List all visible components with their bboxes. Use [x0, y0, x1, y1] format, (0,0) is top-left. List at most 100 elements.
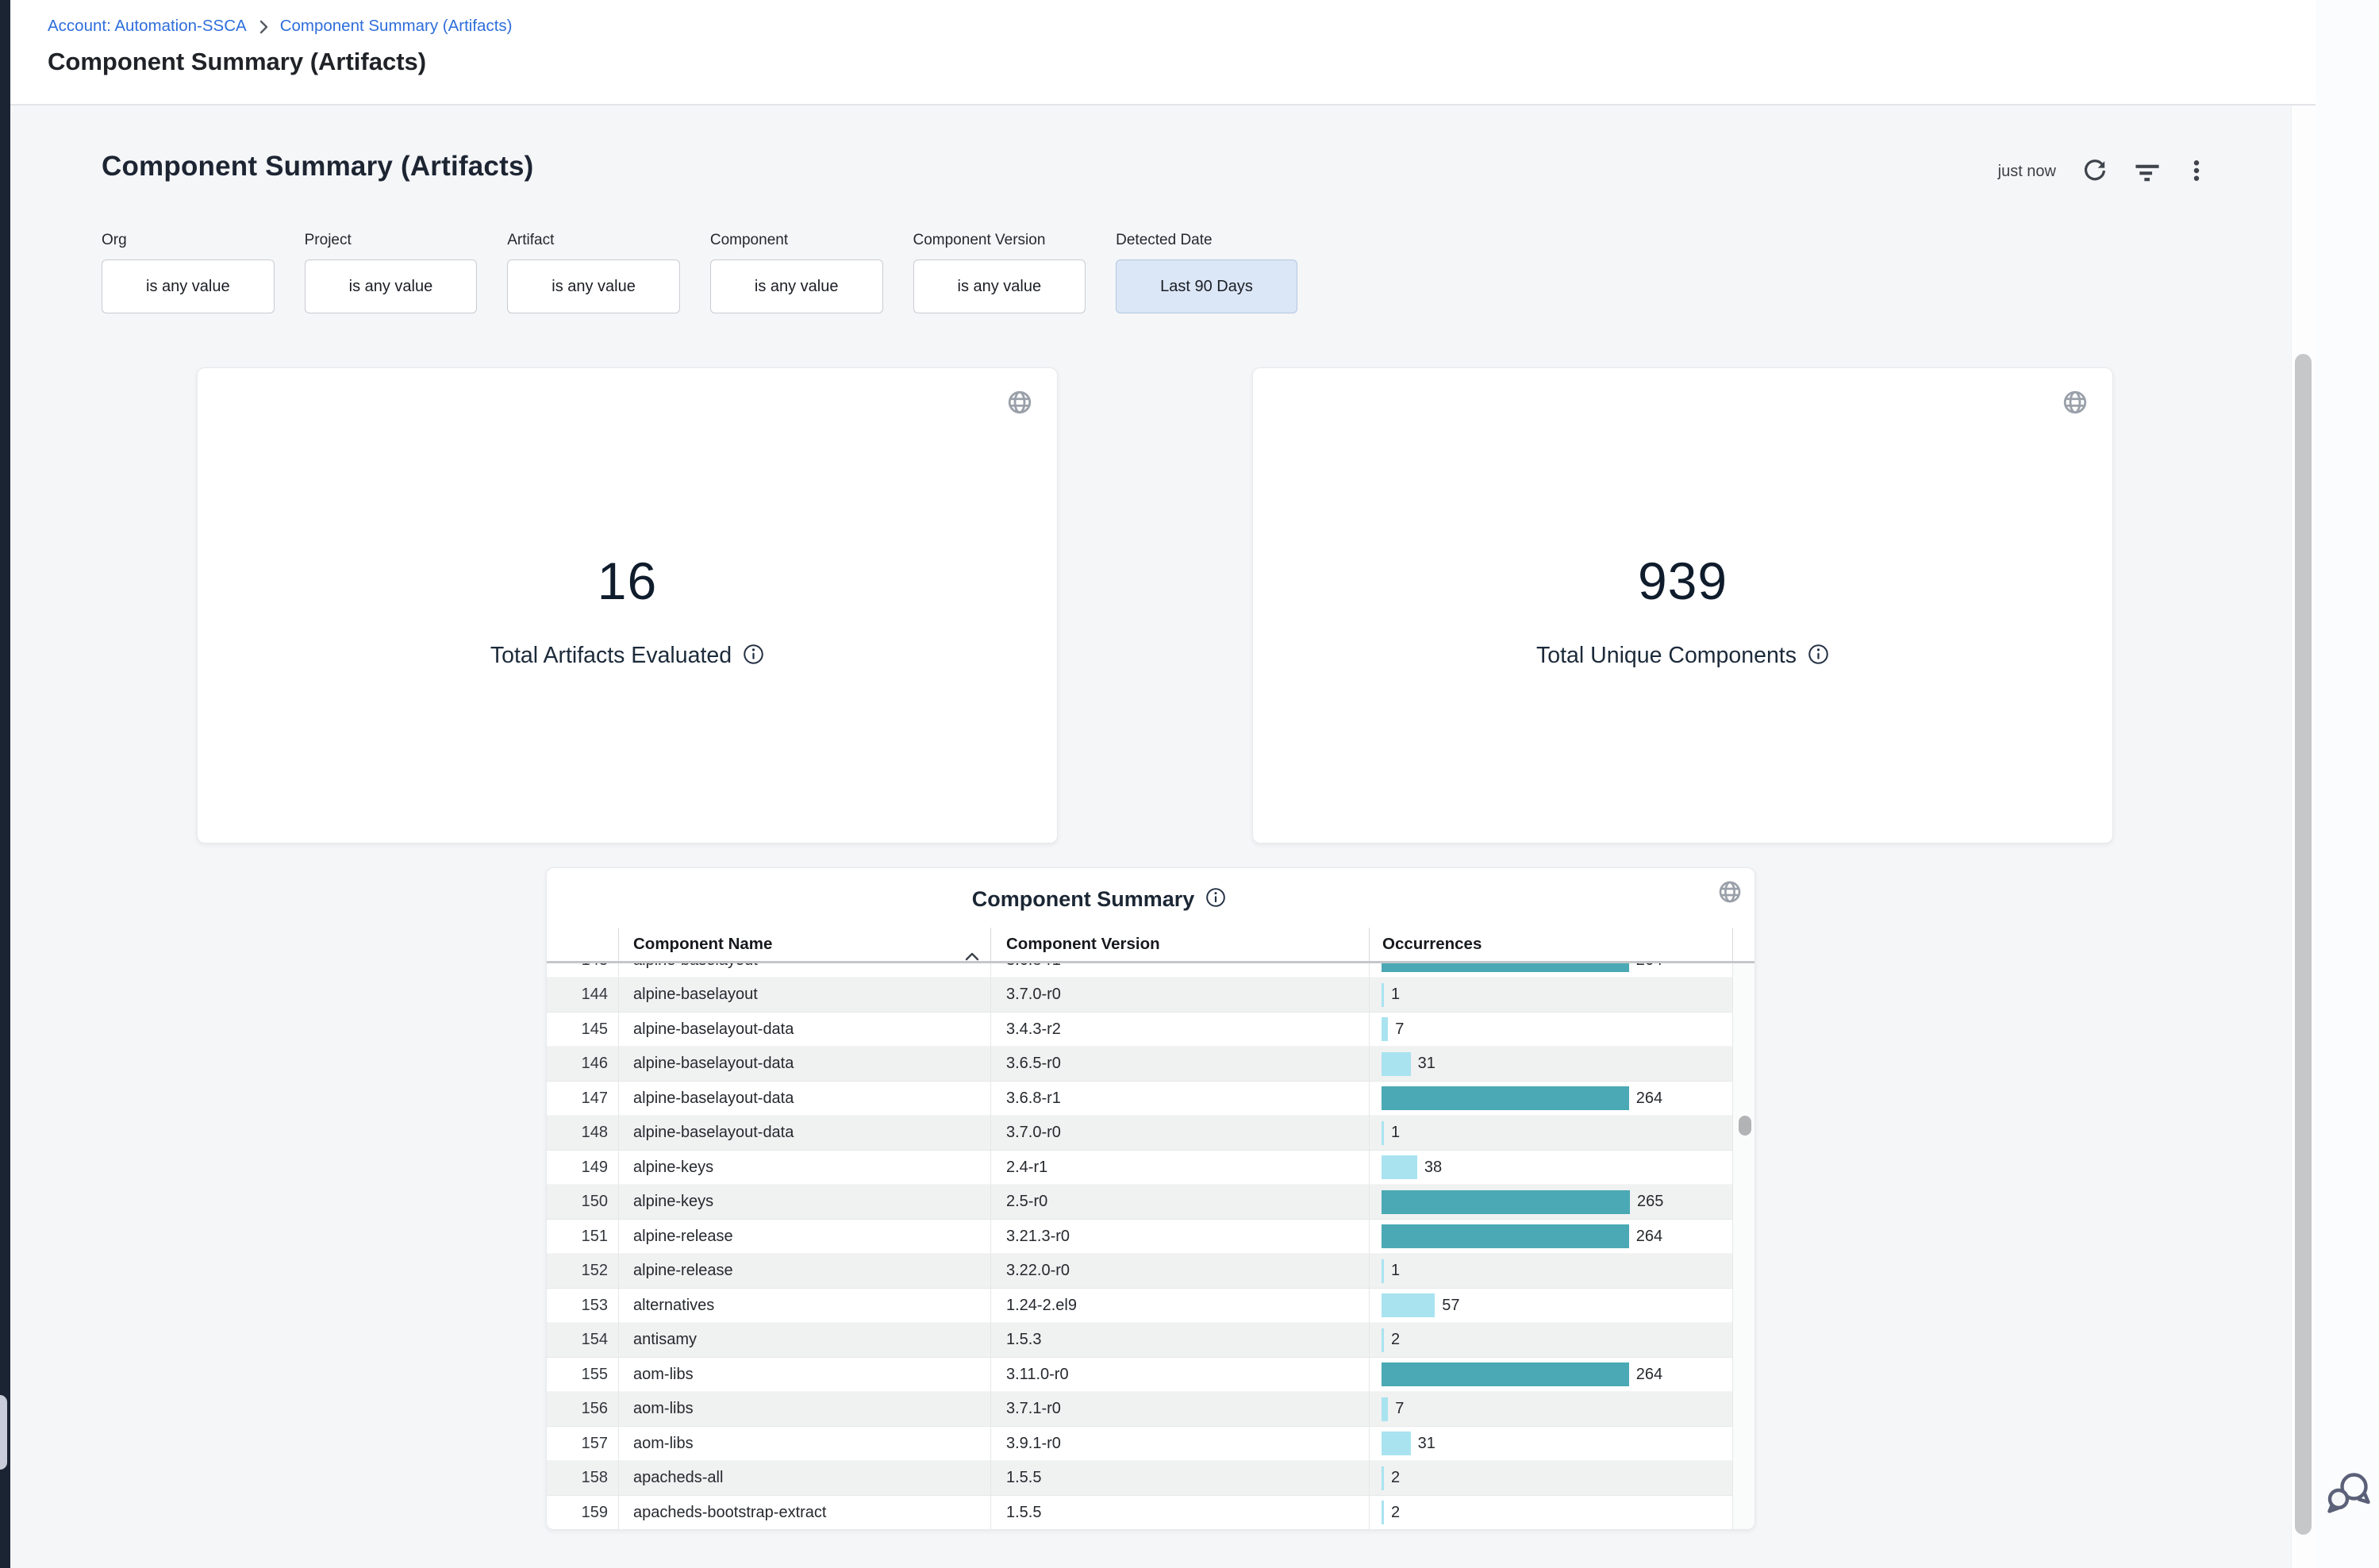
component-version-cell: 1.5.3 [991, 1323, 1370, 1358]
table-row[interactable]: 158apacheds-all1.5.52 [547, 1461, 1733, 1496]
refresh-button[interactable] [2081, 157, 2108, 186]
occurrences-cell: 7 [1370, 1013, 1733, 1047]
occurrence-value: 2 [1391, 1461, 1400, 1496]
occurrence-bar [1382, 1121, 1384, 1145]
component-version-cell: 3.9.1-r0 [991, 1427, 1370, 1462]
dashboard-menu-button[interactable] [2186, 157, 2207, 186]
filter-detected-date-value-button[interactable]: Last 90 Days [1116, 259, 1297, 313]
component-name-cell: alpine-baselayout-data [619, 1047, 991, 1082]
table-scrollbar-thumb[interactable] [1739, 1116, 1751, 1136]
filter-artifact: Artifact is any value [507, 231, 680, 313]
chat-bubbles-icon [2323, 1505, 2373, 1519]
globe-icon [1006, 389, 1033, 420]
chevron-right-icon [259, 20, 268, 34]
table-row[interactable]: 152alpine-release3.22.0-r0 1 [547, 1254, 1733, 1289]
filter-project-value-button[interactable]: is any value [305, 259, 478, 313]
component-version-cell: 1.5.5 [991, 1496, 1370, 1531]
filter-component-value-button[interactable]: is any value [710, 259, 883, 313]
table-row[interactable]: 146alpine-baselayout-data3.6.5-r031 [547, 1047, 1733, 1082]
table-row[interactable]: 156aom-libs3.7.1-r07 [547, 1392, 1733, 1427]
row-index: 154 [547, 1323, 619, 1358]
component-version-cell: 3.22.0-r0 [991, 1254, 1370, 1289]
row-index: 153 [547, 1289, 619, 1324]
occurrence-bar [1382, 1190, 1630, 1214]
filter-label: Component Version [913, 231, 1086, 250]
total-artifacts-value: 16 [198, 555, 1057, 607]
info-icon[interactable] [1205, 887, 1226, 912]
occurrence-bar [1382, 963, 1629, 972]
row-index: 152 [547, 1254, 619, 1289]
filter-component: Component is any value [710, 231, 883, 313]
occurrences-cell: 2 [1370, 1461, 1733, 1496]
row-index: 149 [547, 1151, 619, 1186]
table-row[interactable]: 144alpine-baselayout3.7.0-r01 [547, 978, 1733, 1013]
occurrences-cell: 1 [1370, 1254, 1733, 1289]
collapsed-sidebar[interactable] [0, 0, 10, 1568]
component-version-cell: 3.4.3-r2 [991, 1013, 1370, 1047]
occurrence-bar [1382, 1293, 1435, 1317]
component-version-cell: 2.4-r1 [991, 1151, 1370, 1186]
occurrence-value: 1 [1391, 1254, 1400, 1289]
occurrence-bar [1382, 1466, 1384, 1490]
info-icon[interactable] [743, 644, 764, 669]
table-row[interactable]: 150alpine-keys2.5-r0265 [547, 1185, 1733, 1220]
filter-org-value-button[interactable]: is any value [102, 259, 275, 313]
component-version-cell: 1.5.5 [991, 1461, 1370, 1496]
chat-widget-button[interactable] [2323, 1470, 2373, 1520]
component-version-cell: 1.24-2.el9 [991, 1289, 1370, 1324]
dashboard-canvas: Component Summary (Artifacts) just now O… [10, 106, 2316, 1568]
occurrences-cell: 264 [1370, 963, 1733, 978]
table-row[interactable]: 148alpine-baselayout-data3.7.0-r01 [547, 1116, 1733, 1151]
occurrence-value: 2 [1391, 1323, 1400, 1358]
breadcrumb: Account: Automation-SSCA Component Summa… [48, 15, 512, 37]
table-row[interactable]: 154antisamy1.5.32 [547, 1323, 1733, 1358]
component-name-cell: alpine-baselayout-data [619, 1116, 991, 1151]
occurrence-value: 31 [1418, 1427, 1435, 1462]
component-version-cell: 3.21.3-r0 [991, 1220, 1370, 1255]
last-refreshed-label: just now [1998, 163, 2056, 181]
filter-component-version-value-button[interactable]: is any value [913, 259, 1086, 313]
table-row[interactable]: 159apacheds-bootstrap-extract1.5.52 [547, 1496, 1733, 1531]
table-row[interactable]: 147alpine-baselayout-data3.6.8-r1264 [547, 1082, 1733, 1116]
occurrence-bar [1382, 1362, 1629, 1386]
component-name-cell: alpine-baselayout [619, 978, 991, 1013]
occurrence-value: 264 [1636, 1082, 1662, 1116]
total-artifacts-label: Total Artifacts Evaluated [490, 643, 732, 669]
breadcrumb-account-link[interactable]: Account: Automation-SSCA [48, 15, 247, 37]
occurrence-value: 7 [1395, 1392, 1404, 1427]
dashboard-filters-button[interactable] [2134, 157, 2161, 186]
table-row[interactable]: 151alpine-release3.21.3-r0264 [547, 1220, 1733, 1255]
table-row[interactable]: 143alpine-baselayout3.6.8-r1264 [547, 963, 1733, 978]
top-header: Account: Automation-SSCA Component Summa… [10, 0, 2316, 106]
kebab-menu-icon [2186, 157, 2207, 186]
column-header-component-version[interactable]: Component Version [991, 928, 1370, 961]
table-viewport: 143alpine-baselayout3.6.8-r1264144alpine… [547, 963, 1733, 1530]
occurrence-value: 264 [1636, 1358, 1662, 1393]
occurrence-bar [1382, 1328, 1384, 1352]
table-row[interactable]: 149alpine-keys2.4-r138 [547, 1151, 1733, 1186]
unique-components-value: 939 [1253, 555, 2112, 607]
page-scrollbar-thumb[interactable] [2295, 354, 2312, 1535]
occurrence-bar [1382, 1432, 1411, 1455]
component-name-cell: aom-libs [619, 1427, 991, 1462]
filter-label: Project [305, 231, 478, 250]
stat-card-total-artifacts: 16 Total Artifacts Evaluated [197, 367, 1058, 844]
table-row[interactable]: 145alpine-baselayout-data3.4.3-r27 [547, 1013, 1733, 1047]
component-name-cell: alpine-baselayout-data [619, 1013, 991, 1047]
occurrence-value: 265 [1637, 1185, 1663, 1220]
info-icon[interactable] [1808, 644, 1829, 669]
component-name-cell: alpine-release [619, 1254, 991, 1289]
occurrence-value: 264 [1636, 1220, 1662, 1255]
filter-artifact-value-button[interactable]: is any value [507, 259, 680, 313]
occurrence-bar [1382, 1259, 1384, 1283]
breadcrumb-page-link[interactable]: Component Summary (Artifacts) [280, 15, 513, 37]
row-index: 159 [547, 1496, 619, 1531]
table-row[interactable]: 155aom-libs3.11.0-r0264 [547, 1358, 1733, 1393]
column-header-component-name[interactable]: Component Name [619, 928, 991, 961]
table-row[interactable]: 153alternatives1.24-2.el957 [547, 1289, 1733, 1324]
table-row[interactable]: 157aom-libs3.9.1-r031 [547, 1427, 1733, 1462]
filter-label: Org [102, 231, 275, 250]
column-header-occurrences[interactable]: Occurrences [1370, 928, 1733, 961]
component-version-cell: 3.7.1-r0 [991, 1392, 1370, 1427]
occurrence-bar [1382, 1397, 1388, 1421]
